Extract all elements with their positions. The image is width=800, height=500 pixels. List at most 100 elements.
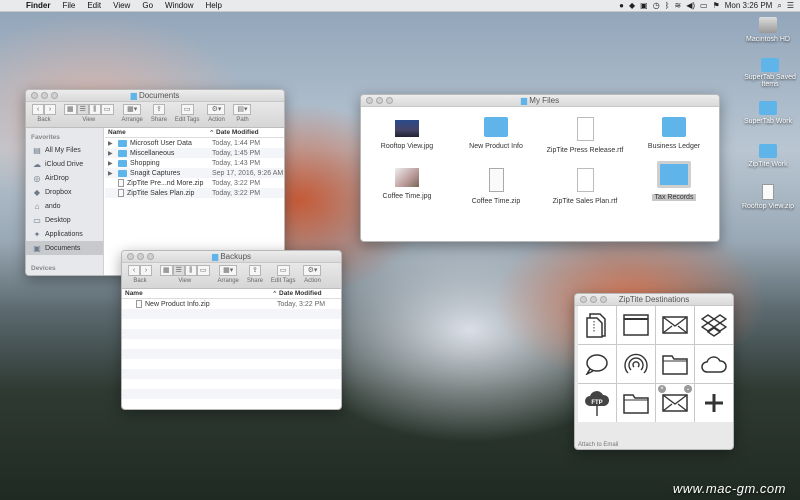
column-header-name[interactable]: Name (122, 290, 272, 297)
list-view-button[interactable]: ☰ (76, 104, 89, 115)
destination-mail[interactable] (656, 306, 694, 344)
ziptite-tray-icon[interactable]: ▣ (640, 1, 648, 10)
file-item[interactable]: ZipTite Press Release.rtf (540, 117, 630, 154)
menu-window[interactable]: Window (159, 1, 199, 10)
sidebar-item-dropbox[interactable]: ◆ Dropbox (26, 185, 103, 199)
list-view-button[interactable]: ☰ (172, 265, 185, 276)
folder-item-selected[interactable]: Tax Records (629, 161, 719, 201)
icon-view-button[interactable]: ▦ (160, 265, 173, 276)
desktop-icon-ziptite-work[interactable]: ZipTite Work (733, 144, 800, 168)
disclosure-triangle-icon[interactable]: ▶ (108, 150, 115, 157)
spotlight-icon[interactable]: ⌕ (777, 1, 781, 11)
remove-destination-icon[interactable]: × (658, 385, 666, 393)
minimize-button[interactable] (41, 92, 48, 99)
sidebar-item-airdrop[interactable]: ◎ AirDrop (26, 171, 103, 185)
clock-icon[interactable]: ◷ (653, 1, 660, 10)
zoom-button[interactable] (51, 92, 58, 99)
column-view-button[interactable]: ⫼ (184, 265, 197, 276)
action-button[interactable]: ⚙▾ (303, 265, 322, 276)
desktop-icon-supertab-work[interactable]: SuperTab Work (733, 101, 800, 125)
destination-messages[interactable] (578, 345, 616, 383)
sidebar-item-applications[interactable]: ✦ Applications (26, 227, 103, 241)
disclosure-triangle-icon[interactable]: ▶ (108, 170, 115, 177)
forward-button[interactable]: › (140, 265, 152, 276)
zoom-button[interactable] (147, 253, 154, 260)
sidebar-item-home[interactable]: ⌂ ando (26, 199, 103, 213)
folder-item[interactable]: Business Ledger (629, 117, 719, 150)
table-row[interactable]: New Product Info.zip Today, 3:22 PM (122, 299, 341, 309)
minimize-button[interactable] (376, 97, 383, 104)
menu-edit[interactable]: Edit (81, 1, 107, 10)
table-row[interactable]: ZipTite Sales Plan.zip Today, 3:22 PM (105, 188, 284, 198)
share-button[interactable]: ⇪ (152, 104, 165, 115)
desktop-icon-rooftop-view-zip[interactable]: Rooftop View.zip (733, 184, 800, 210)
close-button[interactable] (580, 296, 587, 303)
arrange-button[interactable]: ▦▾ (123, 104, 142, 115)
zoom-button[interactable] (386, 97, 393, 104)
back-button[interactable]: ‹ (128, 265, 140, 276)
table-row[interactable]: ▶ Shopping Today, 1:43 PM (105, 158, 284, 168)
table-row[interactable]: ▶ Microsoft User Data Today, 1:44 PM (105, 138, 284, 148)
menu-go[interactable]: Go (136, 1, 159, 10)
table-row[interactable]: ZipTite Pre...nd More.zip Today, 3:22 PM (105, 178, 284, 188)
flag-icon[interactable]: ⚑ (713, 1, 720, 10)
sidebar-item-desktop[interactable]: ▭ Desktop (26, 213, 103, 227)
cover-flow-button[interactable]: ▭ (196, 265, 210, 276)
path-button[interactable]: ▤▾ (233, 104, 252, 115)
forward-button[interactable]: › (44, 104, 56, 115)
file-item[interactable]: ZipTite Sales Plan.rtf (540, 168, 630, 205)
volume-icon[interactable]: ◀) (686, 1, 695, 10)
menu-app-finder[interactable]: Finder (20, 1, 56, 10)
destination-ftp[interactable]: FTP (578, 384, 616, 422)
close-button[interactable] (366, 97, 373, 104)
wifi-icon[interactable]: ≋ (675, 1, 682, 10)
battery-icon[interactable]: ▭ (700, 1, 708, 10)
minimize-button[interactable] (137, 253, 144, 260)
disclosure-triangle-icon[interactable]: ▶ (108, 160, 115, 167)
column-header-date[interactable]: Date Modified (213, 129, 259, 136)
action-button[interactable]: ⚙▾ (207, 104, 226, 115)
destination-dropbox[interactable] (695, 306, 733, 344)
window-titlebar[interactable]: ▆ My Files (361, 95, 719, 107)
disclosure-triangle-icon[interactable]: ▶ (108, 140, 115, 147)
destination-folder-2[interactable] (617, 384, 655, 422)
destination-folder[interactable] (656, 345, 694, 383)
edit-tags-button[interactable]: ▭ (180, 104, 194, 115)
cover-flow-button[interactable]: ▭ (100, 104, 114, 115)
add-destination-button[interactable] (695, 384, 733, 422)
zoom-button[interactable] (600, 296, 607, 303)
menu-file[interactable]: File (56, 1, 81, 10)
icon-view-button[interactable]: ▦ (64, 104, 77, 115)
close-button[interactable] (127, 253, 134, 260)
edit-tags-button[interactable]: ▭ (276, 265, 290, 276)
file-item[interactable]: Coffee Time.zip (451, 168, 541, 205)
close-button[interactable] (31, 92, 38, 99)
file-item[interactable]: Rooftop View.jpg (362, 117, 452, 150)
sidebar-item-documents[interactable]: ▣ Documents (26, 241, 103, 255)
menu-help[interactable]: Help (199, 1, 227, 10)
minimize-button[interactable] (590, 296, 597, 303)
notification-center-icon[interactable]: ☰ (787, 1, 794, 10)
folder-item[interactable]: New Product Info (451, 117, 541, 150)
table-row[interactable]: ▶ Snagit Captures Sep 17, 2016, 9:26 AM (105, 168, 284, 178)
menubar-clock[interactable]: Mon 3:26 PM (725, 1, 773, 10)
destination-mail-editing[interactable]: × ⌄ (656, 384, 694, 422)
destination-window[interactable] (617, 306, 655, 344)
menu-view[interactable]: View (107, 1, 136, 10)
record-icon[interactable]: ● (619, 1, 624, 10)
window-titlebar[interactable]: ▆ Documents (26, 90, 284, 102)
column-view-button[interactable]: ⫼ (88, 104, 101, 115)
table-row[interactable]: ▶ Miscellaneous Today, 1:45 PM (105, 148, 284, 158)
sidebar-item-icloud-drive[interactable]: ☁ iCloud Drive (26, 157, 103, 171)
column-header-date[interactable]: Date Modified (276, 290, 322, 297)
column-header-name[interactable]: Name (105, 129, 209, 136)
destination-zip-document[interactable] (578, 306, 616, 344)
desktop-icon-supertab-saved-items[interactable]: SuperTab Saved Items (735, 58, 800, 88)
desktop-icon-macintosh-hd[interactable]: Macintosh HD (733, 17, 800, 43)
destination-airdrop[interactable] (617, 345, 655, 383)
edit-destination-icon[interactable]: ⌄ (684, 385, 692, 393)
destination-cloud[interactable] (695, 345, 733, 383)
dropbox-tray-icon[interactable]: ◆ (629, 1, 635, 10)
file-item[interactable]: Coffee Time.jpg (362, 168, 452, 200)
share-button[interactable]: ⇪ (248, 265, 261, 276)
